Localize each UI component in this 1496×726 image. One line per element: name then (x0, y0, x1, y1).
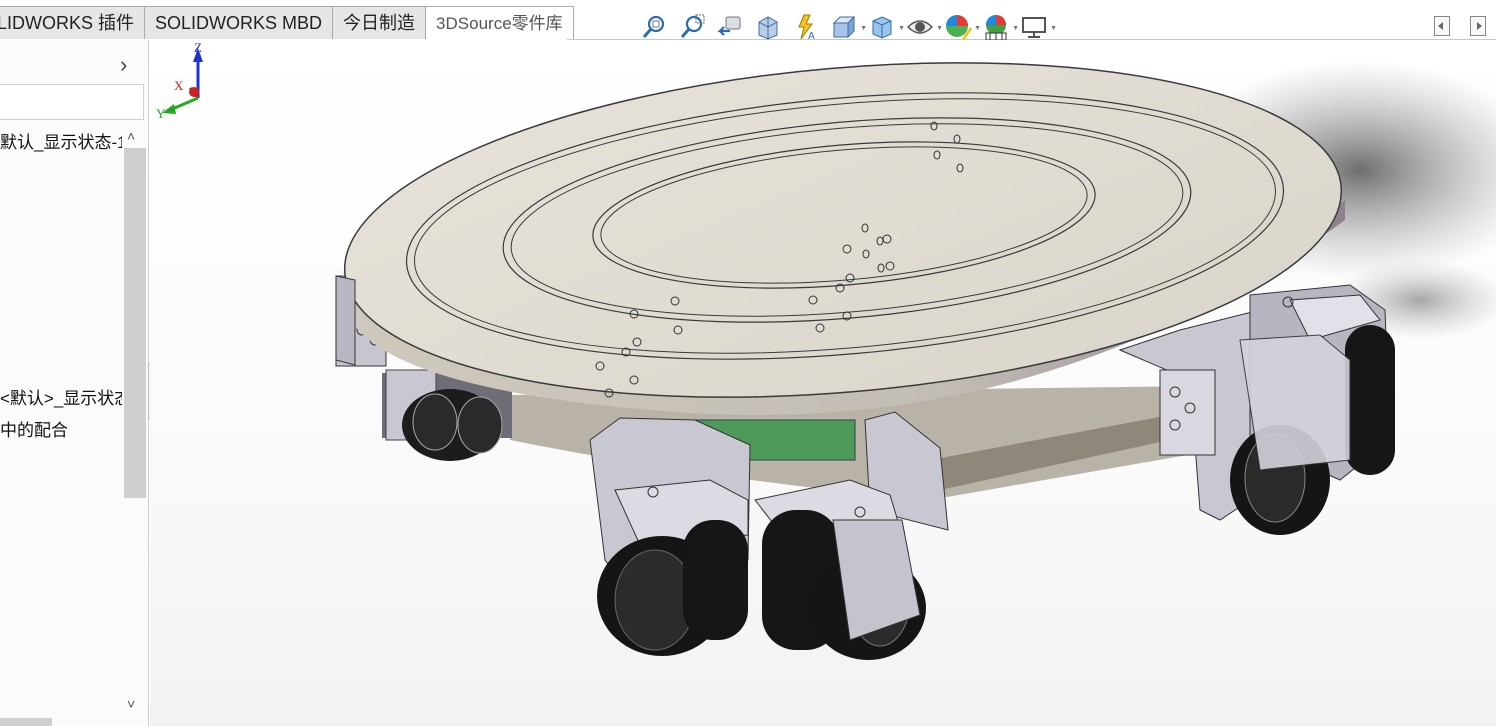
dynamic-annotation-icon[interactable]: A (792, 13, 820, 41)
display-style-icon[interactable]: ▼ (868, 13, 905, 41)
scroll-up-icon[interactable]: ˄ (127, 128, 135, 144)
tree-item-mates[interactable]: 中的配合 (0, 416, 122, 441)
horizontal-scrollbar-thumb[interactable] (0, 718, 52, 726)
window-controls (1434, 16, 1486, 36)
tree-item-default-display-state[interactable]: <默认>_显示状态 (0, 384, 122, 409)
panel-expand-arrow-icon[interactable]: › (120, 52, 127, 78)
heads-up-view-toolbar: A ▼ ▼ ▼ ▼ ▼ ▼ (640, 10, 1058, 44)
tab-solidworks-addins[interactable]: LIDWORKS 插件 (0, 6, 146, 39)
tabs: LIDWORKS 插件 SOLIDWORKS MBD 今日制造 3DSource… (0, 6, 574, 40)
zoom-to-area-icon[interactable] (678, 13, 706, 41)
tab-solidworks-mbd[interactable]: SOLIDWORKS MBD (144, 6, 334, 39)
triad-x-label: X (174, 78, 184, 93)
triad-y-label: Y (156, 106, 166, 121)
view-orientation-icon[interactable]: ▼ (830, 13, 867, 41)
edit-appearance-icon[interactable]: ▼ (944, 13, 981, 41)
tab-today-manufacture[interactable]: 今日制造 (332, 6, 427, 39)
view-settings-icon[interactable]: ▼ (1020, 13, 1057, 41)
tree-filter-input[interactable] (0, 84, 144, 120)
vertical-scrollbar[interactable]: ˄ ˅ (124, 128, 146, 718)
scroll-down-icon[interactable]: ˅ (127, 696, 135, 712)
triad-z-label: Z (194, 40, 202, 55)
command-manager-tab-bar: LIDWORKS 插件 SOLIDWORKS MBD 今日制造 3DSource… (0, 0, 1496, 41)
omni-wheel-platform-model (335, 60, 1496, 660)
collapse-left-icon[interactable] (1434, 16, 1450, 36)
feature-manager-panel: › 默认_显示状态-1> <默认>_显示状态 中的配合 ˄ ˅ (0, 40, 149, 726)
hide-show-items-icon[interactable]: ▼ (906, 13, 943, 41)
expand-right-icon[interactable] (1470, 16, 1486, 36)
view-triad[interactable]: Z X Y (150, 40, 220, 122)
wheel-module-front-center (589, 411, 949, 660)
apply-scene-icon[interactable]: ▼ (982, 13, 1019, 41)
section-view-icon[interactable] (754, 13, 782, 41)
scroll-thumb[interactable] (124, 148, 146, 498)
tab-3dsource-library[interactable]: 3DSource零件库 (425, 6, 574, 39)
tree-item-display-state[interactable]: 默认_显示状态-1> (0, 128, 122, 153)
left-bracket (335, 275, 356, 366)
previous-view-icon[interactable] (716, 13, 744, 41)
graphics-viewport[interactable]: Z X Y (150, 40, 1496, 726)
zoom-to-fit-icon[interactable] (640, 13, 668, 41)
